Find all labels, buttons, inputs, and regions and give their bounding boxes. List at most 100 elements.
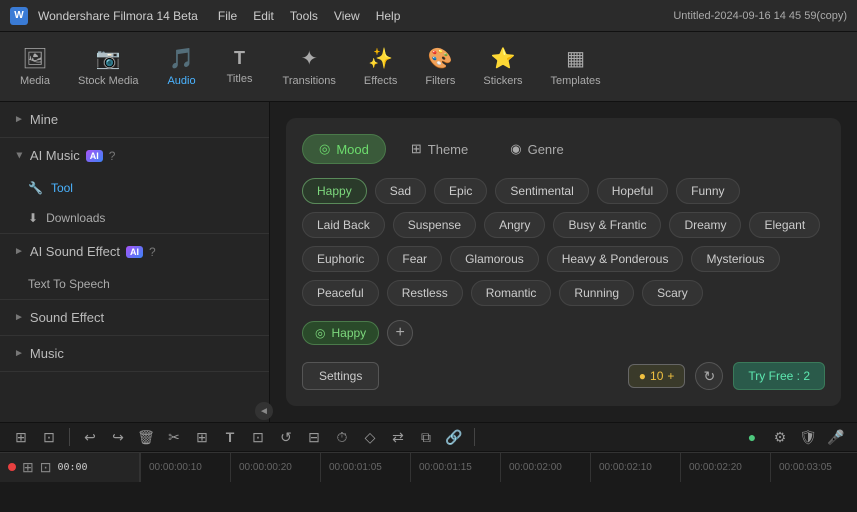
bt-link-icon[interactable]: 🔗: [443, 426, 465, 448]
mood-tag-funny[interactable]: Funny: [676, 178, 739, 204]
toolbar-transitions[interactable]: ✦ Transitions: [271, 40, 348, 93]
duration-plus[interactable]: +: [667, 369, 674, 383]
sidebar-tool-label: Tool: [51, 181, 73, 195]
sidebar-collapse-button[interactable]: ◄: [255, 402, 270, 420]
right-controls: ● 10 + ↻ Try Free : 2: [628, 362, 825, 390]
bt-clip-icon[interactable]: ⊡: [38, 426, 60, 448]
toolbar-media[interactable]: 🖼 Media: [8, 40, 62, 93]
selected-tag-happy[interactable]: ◎ Happy: [302, 321, 379, 345]
bt-text-icon[interactable]: T: [219, 426, 241, 448]
mood-tag-heavy_ponderous[interactable]: Heavy & Ponderous: [547, 246, 684, 272]
bt-copy-icon[interactable]: ⧉: [415, 426, 437, 448]
mood-tab-label: Mood: [336, 142, 369, 157]
mood-tag-restless[interactable]: Restless: [387, 280, 463, 306]
window-title: Untitled-2024-09-16 14 45 59(copy): [673, 10, 847, 22]
bt-diamond-icon[interactable]: ◇: [359, 426, 381, 448]
mood-tag-busy_frantic[interactable]: Busy & Frantic: [553, 212, 661, 238]
menu-edit[interactable]: Edit: [253, 9, 274, 23]
toolbar-stock-media-label: Stock Media: [78, 75, 139, 87]
mood-tag-scary[interactable]: Scary: [642, 280, 703, 306]
toolbar-audio[interactable]: 🎵 Audio: [155, 40, 209, 93]
mood-tag-elegant[interactable]: Elegant: [749, 212, 820, 238]
sidebar-header-sound-effect[interactable]: ► Sound Effect: [0, 300, 269, 335]
toolbar-templates[interactable]: ▦ Templates: [538, 40, 612, 93]
toolbar: 🖼 Media 📷 Stock Media 🎵 Audio T Titles ✦…: [0, 32, 857, 102]
duration-value: 10: [650, 369, 663, 383]
sidebar-header-ai-sound-effect[interactable]: ► AI Sound Effect AI ?: [0, 234, 269, 269]
bt-crop-icon[interactable]: ⊞: [191, 426, 213, 448]
mood-tag-mysterious[interactable]: Mysterious: [691, 246, 779, 272]
bt-trim-icon[interactable]: ⊟: [303, 426, 325, 448]
mood-tag-happy[interactable]: Happy: [302, 178, 367, 204]
bt-layout-icon[interactable]: ⊞: [10, 426, 32, 448]
menu-help[interactable]: Help: [376, 9, 401, 23]
bt-redo-icon[interactable]: ↪: [107, 426, 129, 448]
ai-music-badge: AI: [86, 150, 103, 162]
sidebar-item-text-to-speech[interactable]: Text To Speech: [0, 269, 269, 299]
timeline-mark: 00:00:00:10: [140, 453, 230, 482]
timeline-mark: 00:00:03:05: [770, 453, 857, 482]
bt-undo-icon[interactable]: ↩: [79, 426, 101, 448]
mood-tag-suspense[interactable]: Suspense: [393, 212, 476, 238]
mood-tag-sad[interactable]: Sad: [375, 178, 426, 204]
app-name: Wondershare Filmora 14 Beta: [38, 9, 198, 23]
mood-tag-peaceful[interactable]: Peaceful: [302, 280, 379, 306]
mood-tag-laid_back[interactable]: Laid Back: [302, 212, 385, 238]
settings-button[interactable]: Settings: [302, 362, 379, 390]
tab-mood[interactable]: ◎ Mood: [302, 134, 386, 164]
timeline-mark: 00:00:00:20: [230, 453, 320, 482]
sidebar-header-mine[interactable]: ► Mine: [0, 102, 269, 137]
chevron-music-icon: ►: [14, 348, 24, 359]
tab-theme[interactable]: ⊞ Theme: [394, 134, 485, 164]
bt-delete-icon[interactable]: 🗑: [135, 426, 157, 448]
bt-swap-icon[interactable]: ⇄: [387, 426, 409, 448]
menu-file[interactable]: File: [218, 9, 237, 23]
bt-cut-icon[interactable]: ✂: [163, 426, 185, 448]
bt-rotate-icon[interactable]: ↺: [275, 426, 297, 448]
sidebar-section-mine: ► Mine: [0, 102, 269, 138]
bt-settings-icon[interactable]: ⚙: [769, 426, 791, 448]
help-icon[interactable]: ?: [109, 149, 116, 163]
mood-tag-dreamy[interactable]: Dreamy: [669, 212, 741, 238]
mood-tag-sentimental[interactable]: Sentimental: [495, 178, 588, 204]
templates-icon: ▦: [566, 46, 585, 71]
menu-tools[interactable]: Tools: [290, 9, 318, 23]
refresh-button[interactable]: ↻: [695, 362, 723, 390]
sidebar-item-downloads[interactable]: ⬇ Downloads: [0, 203, 269, 233]
stickers-icon: ⭐: [490, 46, 515, 71]
try-free-button[interactable]: Try Free : 2: [733, 362, 825, 390]
mood-tag-fear[interactable]: Fear: [387, 246, 442, 272]
toolbar-templates-label: Templates: [550, 75, 600, 87]
sidebar-item-tool[interactable]: 🔧 Tool: [0, 173, 269, 203]
mood-tag-angry[interactable]: Angry: [484, 212, 545, 238]
add-tag-button[interactable]: +: [387, 320, 413, 346]
toolbar-filters[interactable]: 🎨 Filters: [413, 40, 467, 93]
mood-tag-glamorous[interactable]: Glamorous: [450, 246, 539, 272]
toolbar-titles[interactable]: T Titles: [213, 42, 267, 91]
tab-row: ◎ Mood ⊞ Theme ◉ Genre: [302, 134, 825, 164]
genre-tab-label: Genre: [528, 142, 564, 157]
sidebar-header-ai-music[interactable]: ► AI Music AI ?: [0, 138, 269, 173]
toolbar-effects[interactable]: ✨ Effects: [352, 40, 409, 93]
bt-shield-icon[interactable]: 🛡: [797, 426, 819, 448]
bt-mic-icon[interactable]: 🎤: [825, 426, 847, 448]
bottom-toolbar: ⊞ ⊡ ↩ ↪ 🗑 ✂ ⊞ T ⊡ ↺ ⊟ ⏱ ◇ ⇄ ⧉ 🔗 ● ⚙ 🛡 🎤: [0, 422, 857, 452]
mood-tag-euphoric[interactable]: Euphoric: [302, 246, 379, 272]
mood-tag-running[interactable]: Running: [559, 280, 634, 306]
selected-tag-label: Happy: [331, 326, 366, 340]
mood-tag-hopeful[interactable]: Hopeful: [597, 178, 668, 204]
timeline-ruler: 00:00:00:1000:00:00:2000:00:01:0500:00:0…: [140, 453, 857, 482]
ai-music-panel: ◎ Mood ⊞ Theme ◉ Genre Happy Sad Epic Senti…: [286, 118, 841, 406]
sidebar-header-music[interactable]: ► Music: [0, 336, 269, 371]
bt-record-icon[interactable]: ●: [741, 426, 763, 448]
mood-tag-romantic[interactable]: Romantic: [471, 280, 552, 306]
mood-tag-epic[interactable]: Epic: [434, 178, 487, 204]
sound-help-icon[interactable]: ?: [149, 245, 156, 259]
toolbar-stickers[interactable]: ⭐ Stickers: [471, 40, 534, 93]
bt-mask-icon[interactable]: ⊡: [247, 426, 269, 448]
menu-view[interactable]: View: [334, 9, 360, 23]
toolbar-stock-media[interactable]: 📷 Stock Media: [66, 40, 151, 93]
tab-genre[interactable]: ◉ Genre: [493, 134, 580, 164]
timeline-left-controls: ⊞ ⊡ 00:00: [0, 452, 140, 482]
bt-timer-icon[interactable]: ⏱: [331, 426, 353, 448]
